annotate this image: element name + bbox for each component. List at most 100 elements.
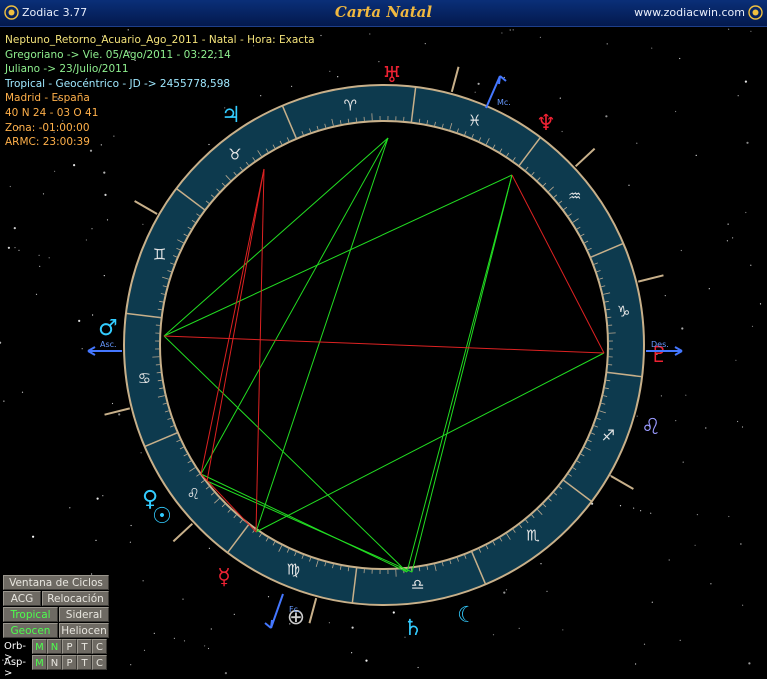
star bbox=[635, 663, 636, 664]
des-label: Des. bbox=[651, 340, 669, 349]
star bbox=[633, 508, 634, 509]
mars-icon: ♂ bbox=[98, 316, 118, 341]
house-cusp-line bbox=[576, 149, 595, 167]
sign-glyph: ♈ bbox=[344, 96, 357, 114]
star bbox=[143, 580, 144, 581]
sign-glyph: ♐ bbox=[602, 427, 615, 445]
star bbox=[510, 29, 511, 30]
star bbox=[118, 413, 120, 415]
star bbox=[737, 421, 738, 422]
star bbox=[665, 295, 666, 296]
orb-c-button[interactable]: C bbox=[92, 639, 107, 654]
star bbox=[675, 111, 676, 112]
orb-p-button[interactable]: P bbox=[62, 639, 77, 654]
star bbox=[750, 31, 751, 32]
asc-arrow[interactable]: Asc. bbox=[88, 340, 122, 355]
star bbox=[43, 193, 44, 194]
star bbox=[661, 395, 662, 396]
info-coordinates: 40 N 24 - 03 O 41 bbox=[5, 106, 315, 121]
relocation-button[interactable]: Relocación bbox=[42, 591, 109, 606]
geocentric-button[interactable]: Geocen bbox=[3, 623, 58, 638]
star bbox=[329, 622, 330, 623]
star bbox=[752, 326, 753, 327]
star bbox=[130, 542, 131, 543]
asp-p-button[interactable]: P bbox=[62, 655, 77, 670]
house-cusp-line bbox=[452, 67, 459, 92]
star bbox=[605, 115, 607, 117]
star bbox=[513, 29, 514, 30]
star bbox=[268, 596, 269, 597]
star bbox=[728, 516, 729, 517]
star bbox=[78, 320, 80, 322]
star bbox=[131, 525, 132, 526]
star bbox=[69, 507, 70, 508]
star bbox=[669, 559, 670, 560]
star bbox=[393, 611, 395, 613]
star bbox=[478, 83, 480, 85]
star bbox=[652, 602, 653, 603]
star bbox=[742, 605, 743, 606]
info-chart-name: Neptuno_Retorno_Acuario_Ago_2011 - Natal… bbox=[5, 33, 315, 48]
chart-info: Neptuno_Retorno_Acuario_Ago_2011 - Natal… bbox=[5, 33, 315, 150]
sidereal-button[interactable]: Sideral bbox=[59, 607, 109, 622]
heliocentric-button[interactable]: Heliocen bbox=[59, 623, 109, 638]
star bbox=[425, 43, 426, 44]
star bbox=[209, 548, 210, 549]
house-cusp-line bbox=[105, 408, 130, 414]
orb-t-button[interactable]: T bbox=[77, 639, 92, 654]
star bbox=[329, 71, 330, 72]
star bbox=[681, 327, 683, 329]
mc-arrow[interactable]: Mc. bbox=[486, 76, 511, 108]
mc-label: Mc. bbox=[497, 98, 511, 107]
star bbox=[182, 599, 183, 600]
star bbox=[208, 648, 209, 649]
star bbox=[650, 513, 651, 514]
tropical-button[interactable]: Tropical bbox=[3, 607, 58, 622]
star bbox=[644, 644, 645, 645]
sign-glyph: ♌ bbox=[187, 485, 200, 503]
star bbox=[351, 652, 352, 653]
star bbox=[636, 143, 637, 144]
house-cusp-line bbox=[135, 201, 158, 214]
orb-n-button[interactable]: N bbox=[47, 639, 62, 654]
star bbox=[680, 640, 681, 641]
asp-m-button[interactable]: M bbox=[32, 655, 47, 670]
site-url[interactable]: www.zodiacwin.com bbox=[634, 6, 745, 19]
star bbox=[174, 638, 175, 639]
star bbox=[112, 403, 113, 404]
info-julian-date: Juliano -> 23/Julio/2011 bbox=[5, 62, 315, 77]
cycles-window-button[interactable]: Ventana de Ciclos bbox=[3, 575, 109, 590]
acg-button[interactable]: ACG bbox=[3, 591, 41, 606]
sign-glyph: ♓ bbox=[468, 112, 481, 130]
star bbox=[36, 294, 37, 295]
star bbox=[742, 426, 743, 427]
star bbox=[130, 664, 131, 665]
saturn-icon: ♄ bbox=[403, 616, 423, 641]
asp-c-button[interactable]: C bbox=[92, 655, 107, 670]
star bbox=[560, 98, 561, 99]
orb-m-button[interactable]: M bbox=[32, 639, 47, 654]
asp-n-button[interactable]: N bbox=[47, 655, 62, 670]
star bbox=[14, 227, 16, 229]
star bbox=[745, 212, 746, 213]
star bbox=[746, 142, 748, 144]
info-gregorian-date: Gregoriano -> Vie. 05/Ago/2011 - 03:22:1… bbox=[5, 48, 315, 63]
star bbox=[740, 543, 741, 544]
star bbox=[234, 614, 235, 615]
star bbox=[745, 81, 747, 83]
star bbox=[685, 395, 686, 396]
star bbox=[320, 35, 321, 36]
asp-t-button[interactable]: T bbox=[77, 655, 92, 670]
star bbox=[493, 634, 494, 635]
star bbox=[727, 240, 728, 241]
star bbox=[184, 640, 185, 641]
star bbox=[679, 58, 680, 59]
star bbox=[735, 360, 736, 361]
sign-glyph: ♎ bbox=[411, 576, 424, 594]
asc-label: Asc. bbox=[100, 340, 117, 349]
star bbox=[540, 563, 541, 564]
star bbox=[91, 228, 92, 229]
star bbox=[519, 628, 520, 629]
star bbox=[475, 92, 476, 93]
info-zodiac-mode: Tropical - Geocéntrico - JD -> 2455778,5… bbox=[5, 77, 315, 92]
